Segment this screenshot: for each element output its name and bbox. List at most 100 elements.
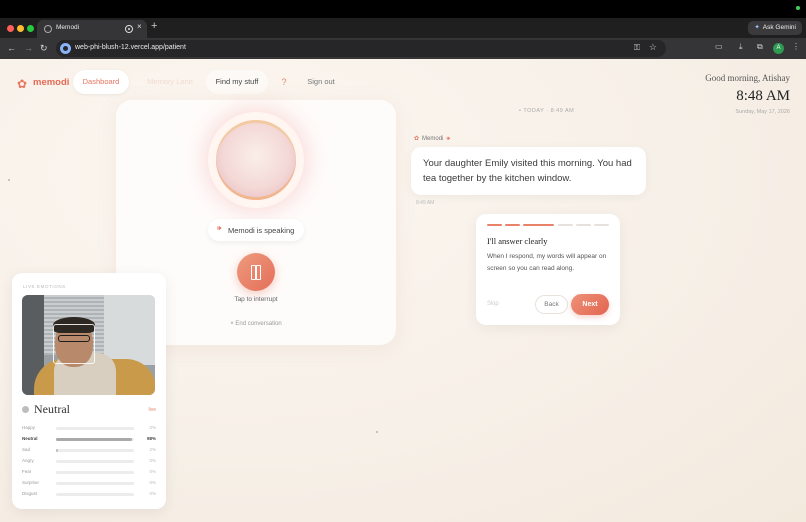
emotion-percent: 0% (149, 425, 156, 430)
lotus-logo-icon: ✿ (17, 77, 28, 91)
live-badge: live (148, 407, 156, 413)
profile-avatar[interactable]: A (773, 43, 784, 54)
browser-toolbar: ← → ↻ web-phi-blush-12.vercel.app/patien… (0, 38, 806, 59)
maximize-window-icon[interactable] (27, 25, 34, 32)
app-viewport: ✿ memodi Dashboard Memory Lane Find my s… (0, 59, 806, 522)
emotion-name: Neutral (22, 436, 38, 441)
browser-tab-memodi[interactable]: Memodi × (37, 20, 147, 38)
onboarding-card: I'll answer clearly When I respond, my w… (476, 214, 620, 325)
speaking-status: 🕪 Memodi is speaking (208, 219, 304, 241)
emotion-bar (56, 460, 134, 463)
message-sender: ✿ Memodi 🕪 (414, 135, 450, 143)
help-button[interactable]: ? (273, 70, 295, 94)
emotion-name: Disgust (22, 491, 38, 496)
emotion-name: Fear (22, 469, 32, 474)
bookmark-star-icon[interactable]: ☆ (649, 42, 657, 53)
message-time: 8:49 AM (416, 200, 435, 206)
greeting: Good morning, Atishay (705, 73, 790, 83)
recording-icon (125, 25, 133, 33)
emotion-percent: 98% (146, 436, 156, 441)
globe-icon (44, 25, 52, 33)
progress-step (558, 224, 573, 226)
emotion-row-angry: Angry 0% (22, 458, 156, 466)
emotion-name: Surprise (22, 480, 39, 485)
back-button[interactable]: Back (535, 295, 568, 314)
download-icon[interactable]: ⤓ (739, 42, 743, 52)
emotion-row-sad: Sad 2% (22, 447, 156, 455)
emotion-name: Happy (22, 425, 36, 430)
new-tab-button[interactable]: + (151, 20, 157, 32)
forward-arrow-icon[interactable]: → (24, 42, 33, 54)
emotion-name: Sad (22, 447, 31, 452)
password-key-icon[interactable]: ⚿ (634, 43, 640, 53)
emotion-row-disgust: Disgust 0% (22, 491, 156, 499)
progress-step-current (523, 224, 554, 226)
clock: 8:48 AM (736, 88, 790, 104)
tab-title: Memodi (56, 24, 80, 31)
tab-strip: Memodi × + ✦ Ask Gemini (0, 18, 806, 38)
emotion-bar (56, 482, 134, 485)
app-logo[interactable]: memodi (33, 77, 69, 88)
minimize-window-icon[interactable] (17, 25, 24, 32)
background-speck (8, 179, 10, 181)
replay-speaker-icon[interactable]: 🕪 (446, 136, 450, 142)
emotion-name: Angry (22, 458, 34, 463)
emotion-bar (56, 438, 134, 441)
live-emotions-panel: LIVE EMOTIONS Neutral live Happy 0% Neut… (12, 273, 166, 509)
emotion-row-happy: Happy 0% (22, 425, 156, 433)
date: Sunday, May 17, 2026 (735, 109, 790, 115)
sender-name: Memodi (422, 136, 444, 142)
sign-out-button[interactable]: Sign out (300, 70, 342, 94)
memodi-logo-icon: ✿ (414, 136, 420, 142)
speaker-icon: 🕪 (217, 225, 222, 232)
face-detection-box (53, 324, 95, 364)
webcam-feed (22, 295, 155, 395)
sparkle-icon: ✦ (754, 24, 760, 31)
next-button[interactable]: Next (571, 294, 609, 315)
extensions-icon[interactable]: ⧉ (757, 42, 763, 52)
progress-step (505, 224, 520, 226)
emotion-percent: 0% (149, 480, 156, 485)
voice-orb (208, 112, 304, 208)
emotion-row-neutral: Neutral 98% (22, 436, 156, 444)
close-window-icon[interactable] (7, 25, 14, 32)
emotion-row-fear: Fear 0% (22, 469, 156, 477)
emotion-row-surprise: Surprise 0% (22, 480, 156, 488)
site-info-icon[interactable] (60, 43, 71, 54)
current-emotion: Neutral (34, 402, 70, 416)
tab-close-icon[interactable]: × (137, 22, 142, 31)
url-text: web-phi-blush-12.vercel.app/patient (75, 44, 186, 51)
end-conversation-label: End conversation (235, 321, 282, 327)
live-emotions-header: LIVE EMOTIONS (23, 284, 66, 289)
nav-memory-lane[interactable]: Memory Lane (139, 70, 201, 94)
emotion-bar (56, 427, 134, 430)
progress-step (487, 224, 502, 226)
pause-icon (250, 265, 262, 280)
reload-icon[interactable]: ↻ (40, 42, 48, 54)
emotion-bar-fill (56, 438, 133, 441)
emotion-bar (56, 471, 134, 474)
assistant-message: Your daughter Emily visited this morning… (411, 147, 646, 195)
ask-gemini-button[interactable]: ✦ Ask Gemini (748, 21, 802, 35)
nav-dashboard[interactable]: Dashboard (73, 70, 129, 94)
emotion-percent: 0% (149, 491, 156, 496)
webcam-background (104, 295, 155, 365)
voice-orb-core (216, 120, 296, 200)
ask-gemini-label: Ask Gemini (762, 24, 796, 31)
progress-step (576, 224, 591, 226)
emotion-indicator-dot (22, 406, 29, 413)
address-bar[interactable]: web-phi-blush-12.vercel.app/patient ⚿ ☆ (56, 40, 666, 57)
emotion-bar-fill (56, 449, 58, 452)
background-speck (376, 431, 378, 433)
skip-button[interactable]: Skip (487, 301, 499, 307)
back-arrow-icon[interactable]: ← (7, 42, 16, 54)
speaking-status-label: Memodi is speaking (228, 226, 295, 235)
cast-icon[interactable]: ▭ (715, 42, 723, 51)
onboarding-title: I'll answer clearly (487, 236, 548, 246)
kebab-menu-icon[interactable]: ⋮ (792, 42, 800, 51)
nav-find-my-stuff[interactable]: Find my stuff (206, 70, 268, 94)
emotion-percent: 0% (149, 458, 156, 463)
emotion-bar (56, 449, 134, 452)
interrupt-button[interactable] (237, 253, 275, 291)
status-dot-icon (796, 6, 800, 10)
